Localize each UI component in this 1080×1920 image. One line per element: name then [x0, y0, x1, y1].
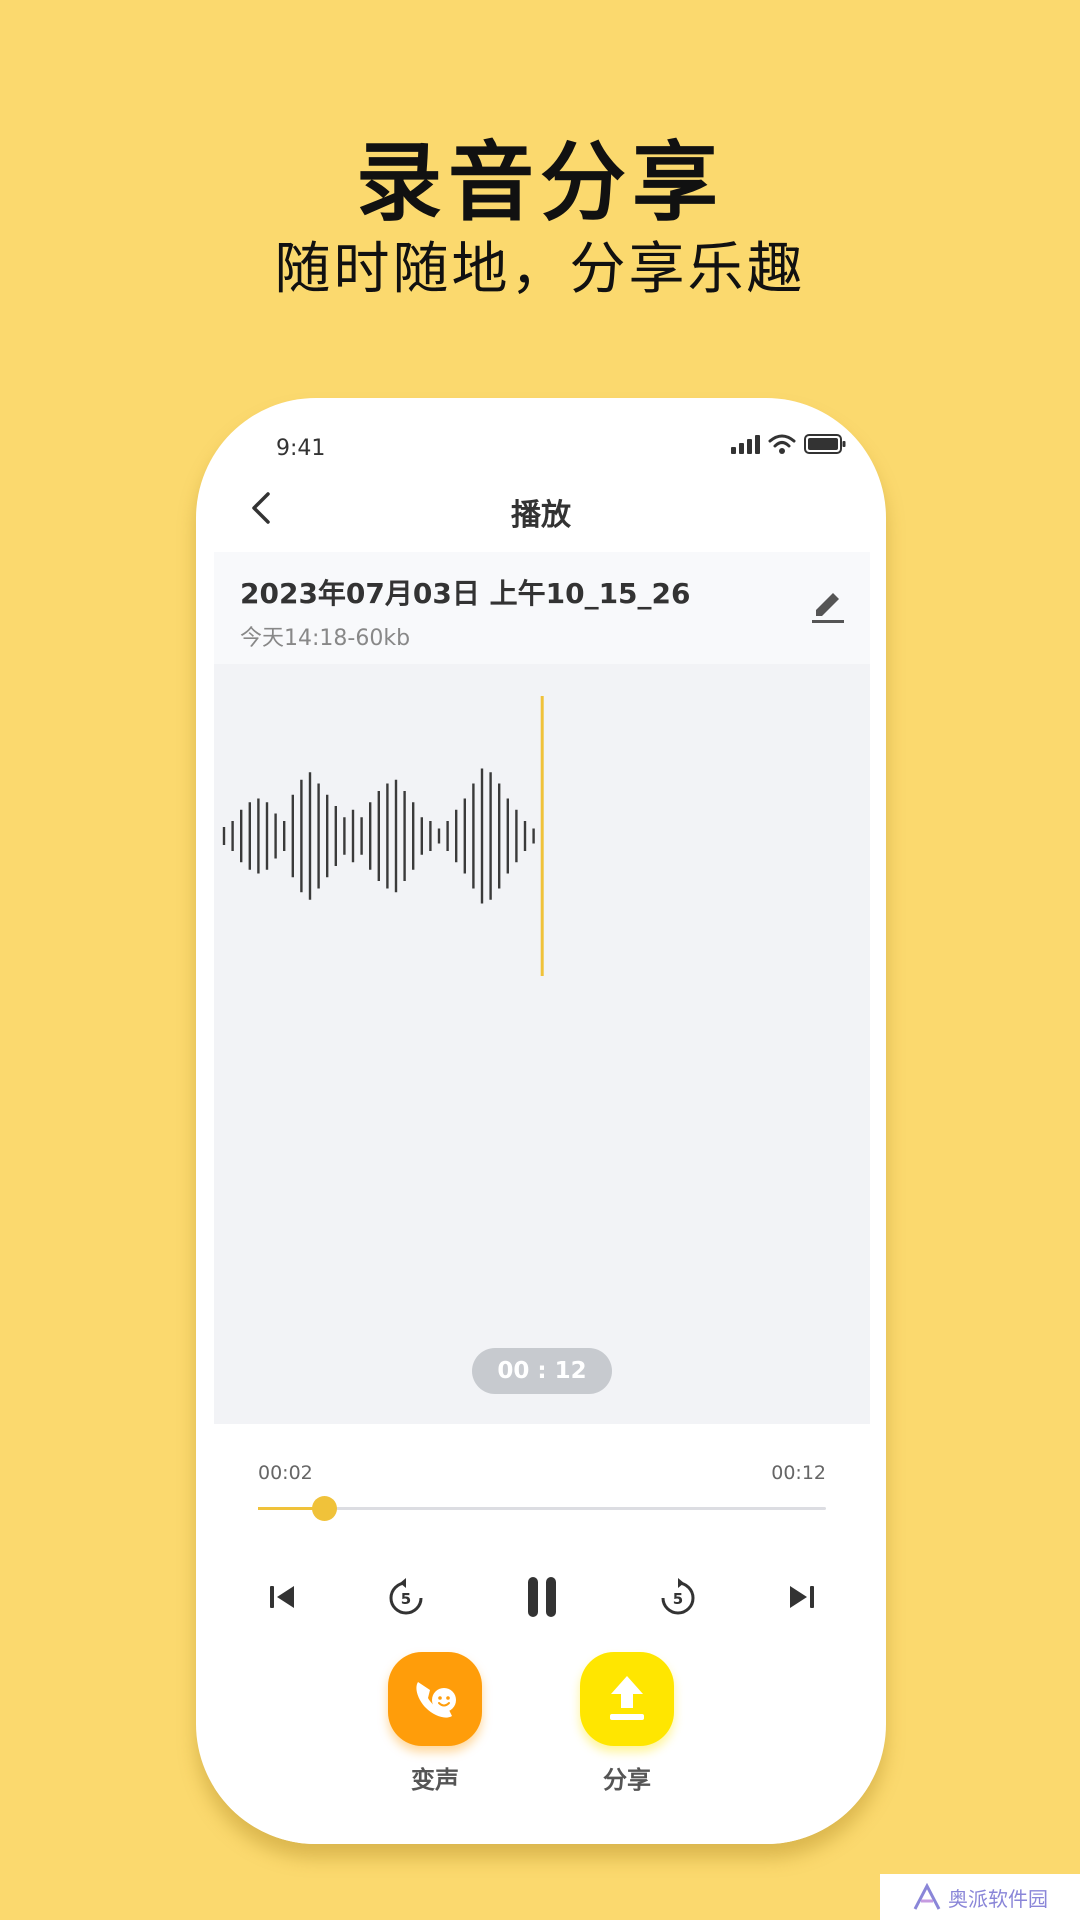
promo-subtitle: 随时随地，分享乐趣: [274, 237, 806, 302]
status-icons: [730, 434, 846, 454]
voice-change-label: 变声: [411, 1766, 459, 1794]
waveform-area[interactable]: 00 : 12: [214, 664, 870, 1424]
progress-thumb[interactable]: [312, 1496, 338, 1521]
waveform: [222, 696, 544, 976]
rewind-seconds: 5: [401, 1590, 411, 1608]
forward-5-icon[interactable]: 5: [653, 1572, 703, 1622]
promo-title: 录音分享: [356, 133, 724, 233]
elapsed-time: 00:02: [258, 1462, 313, 1484]
total-duration: 00:12: [771, 1462, 826, 1484]
battery-icon: [804, 434, 846, 454]
pencil-icon[interactable]: [808, 586, 848, 626]
share-button[interactable]: 分享: [579, 1652, 675, 1795]
recording-meta: 今天14:18-60kb: [240, 626, 411, 651]
progress-track[interactable]: [258, 1496, 826, 1521]
pause-icon[interactable]: [517, 1572, 567, 1622]
logo-icon: [913, 1883, 941, 1910]
skip-next-icon[interactable]: [776, 1572, 826, 1622]
voice-change-icon[interactable]: [388, 1652, 482, 1746]
rewind-5-icon[interactable]: 5: [381, 1572, 431, 1622]
recording-name: 2023年07月03日 上午10_15_26: [240, 577, 691, 610]
share-label: 分享: [603, 1766, 651, 1794]
skip-previous-icon[interactable]: [258, 1572, 308, 1622]
recording-info: 2023年07月03日 上午10_15_26 今天14:18-60kb: [214, 552, 870, 664]
timer-pill: 00 : 12: [472, 1348, 612, 1394]
voice-change-button[interactable]: 变声: [387, 1652, 483, 1795]
page-title: 播放: [511, 498, 571, 533]
signal-icon: [731, 435, 760, 454]
watermark-text: 奥派软件园: [948, 1886, 1048, 1911]
upload-share-icon[interactable]: [580, 1652, 674, 1746]
status-bar: 9:41: [196, 398, 886, 468]
watermark: 奥派软件园: [880, 1874, 1080, 1920]
nav-bar: 播放: [196, 476, 886, 546]
phone-frame: 9:41 播放 2023年07月03日 上午10_15_26 今天14:18-6…: [196, 398, 886, 1844]
forward-seconds: 5: [673, 1590, 683, 1608]
wifi-icon: [768, 434, 796, 454]
status-time: 9:41: [276, 436, 326, 461]
player-panel: 00:02 00:12 5 5 变声 分享: [214, 1424, 870, 1844]
